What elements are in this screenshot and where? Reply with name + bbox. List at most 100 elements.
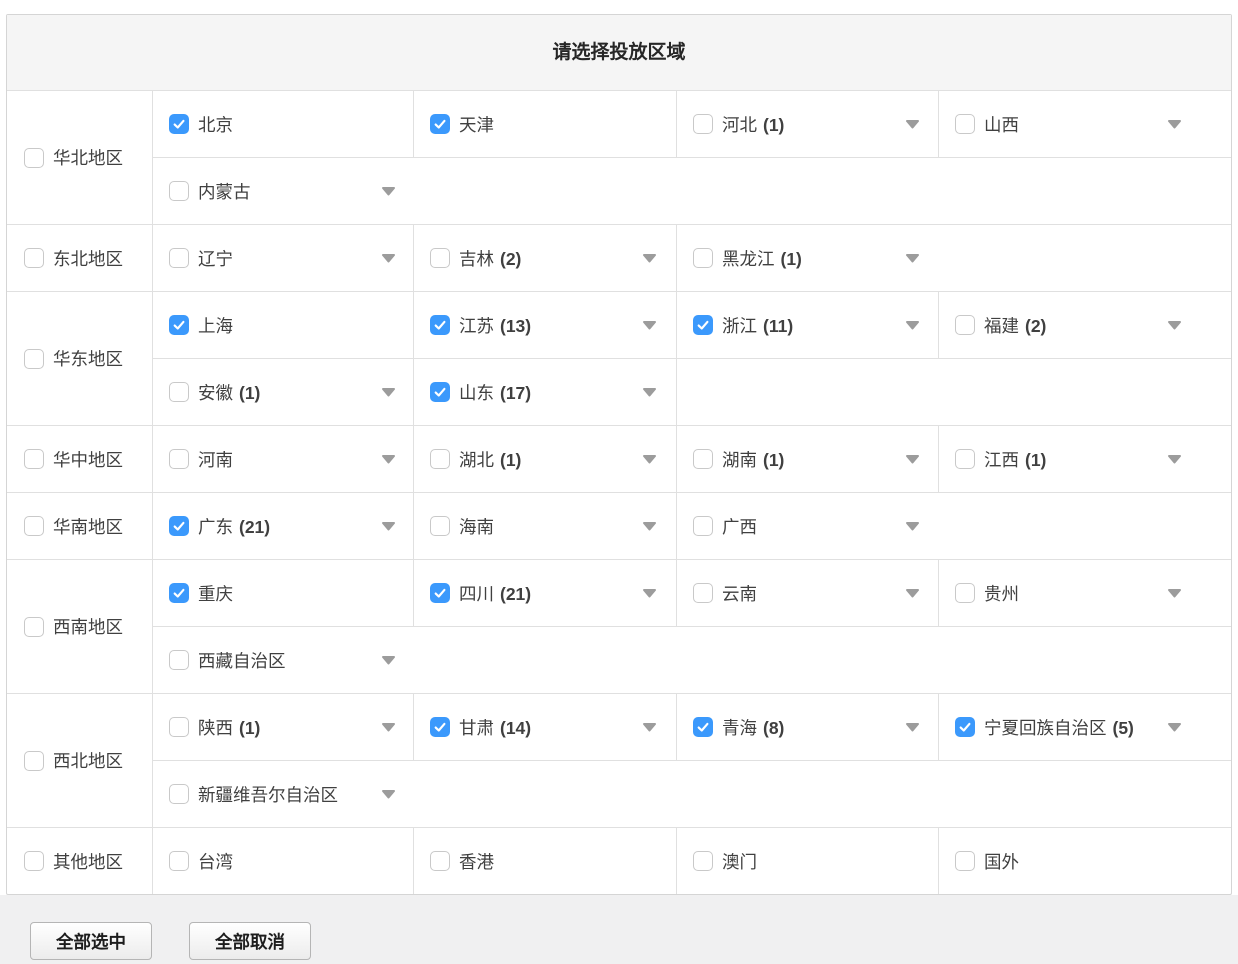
province-checkbox[interactable] xyxy=(169,449,189,469)
dropdown-arrow-icon[interactable] xyxy=(381,454,396,464)
province-checkbox[interactable] xyxy=(430,114,450,134)
province-cell: 天津 xyxy=(413,91,676,157)
dropdown-arrow-icon[interactable] xyxy=(905,119,920,129)
province-checkbox[interactable] xyxy=(693,717,713,737)
dropdown-arrow-icon[interactable] xyxy=(905,588,920,598)
dropdown-arrow-icon[interactable] xyxy=(905,521,920,531)
province-checkbox[interactable] xyxy=(169,516,189,536)
province-checkbox[interactable] xyxy=(169,114,189,134)
province-checkbox[interactable] xyxy=(955,449,975,469)
empty-filler-cell xyxy=(676,359,1231,425)
province-checkbox[interactable] xyxy=(169,851,189,871)
dropdown-arrow-icon[interactable] xyxy=(381,722,396,732)
dropdown-arrow-icon[interactable] xyxy=(642,253,657,263)
province-label: 浙江 xyxy=(722,313,757,338)
province-cell: 广东(21) xyxy=(153,493,413,559)
province-checkbox[interactable] xyxy=(955,114,975,134)
province-checkbox[interactable] xyxy=(169,248,189,268)
province-label: 黑龙江 xyxy=(722,246,775,271)
province-count: (11) xyxy=(763,316,793,337)
province-cell: 台湾 xyxy=(153,828,413,894)
select-all-button[interactable]: 全部选中 xyxy=(30,922,152,960)
province-checkbox[interactable] xyxy=(693,449,713,469)
region-checkbox[interactable] xyxy=(24,349,44,369)
dropdown-arrow-icon[interactable] xyxy=(642,521,657,531)
province-label: 香港 xyxy=(459,849,494,874)
province-cell: 宁夏回族自治区(5) xyxy=(938,694,1231,760)
province-checkbox[interactable] xyxy=(955,717,975,737)
province-label: 海南 xyxy=(459,514,494,539)
dropdown-arrow-icon[interactable] xyxy=(381,186,396,196)
province-checkbox[interactable] xyxy=(169,583,189,603)
province-checkbox[interactable] xyxy=(169,181,189,201)
dropdown-arrow-icon[interactable] xyxy=(642,320,657,330)
province-column: 河南湖北(1)湖南(1)江西(1) xyxy=(153,426,1231,492)
province-count: (1) xyxy=(781,249,802,270)
province-checkbox[interactable] xyxy=(955,583,975,603)
dropdown-arrow-icon[interactable] xyxy=(642,387,657,397)
province-checkbox[interactable] xyxy=(430,717,450,737)
dropdown-arrow-icon[interactable] xyxy=(381,387,396,397)
deselect-all-button[interactable]: 全部取消 xyxy=(189,922,311,960)
province-checkbox[interactable] xyxy=(169,717,189,737)
dropdown-arrow-icon[interactable] xyxy=(905,253,920,263)
province-cell: 河北(1) xyxy=(676,91,938,157)
region-checkbox[interactable] xyxy=(24,148,44,168)
dropdown-arrow-icon[interactable] xyxy=(642,722,657,732)
province-checkbox[interactable] xyxy=(430,315,450,335)
province-checkbox[interactable] xyxy=(693,516,713,536)
province-checkbox[interactable] xyxy=(693,248,713,268)
dropdown-arrow-icon[interactable] xyxy=(642,588,657,598)
checkmark-icon xyxy=(431,717,449,737)
province-cell: 山西 xyxy=(938,91,1231,157)
province-label: 吉林 xyxy=(459,246,494,271)
province-label: 福建 xyxy=(984,313,1019,338)
province-checkbox[interactable] xyxy=(430,583,450,603)
dropdown-arrow-icon[interactable] xyxy=(905,722,920,732)
province-checkbox[interactable] xyxy=(430,449,450,469)
region-checkbox[interactable] xyxy=(24,248,44,268)
dropdown-arrow-icon[interactable] xyxy=(381,521,396,531)
region-label: 东北地区 xyxy=(53,246,123,271)
province-subrow: 新疆维吾尔自治区 xyxy=(153,760,1231,827)
province-checkbox[interactable] xyxy=(693,851,713,871)
dropdown-arrow-icon[interactable] xyxy=(1167,320,1182,330)
region-checkbox[interactable] xyxy=(24,516,44,536)
province-checkbox[interactable] xyxy=(693,315,713,335)
province-checkbox[interactable] xyxy=(693,583,713,603)
dropdown-arrow-icon[interactable] xyxy=(381,789,396,799)
dropdown-arrow-icon[interactable] xyxy=(642,454,657,464)
region-grid: 华北地区北京天津河北(1)山西内蒙古东北地区辽宁吉林(2)黑龙江(1)华东地区上… xyxy=(7,91,1231,894)
province-cell: 香港 xyxy=(413,828,676,894)
province-label: 内蒙古 xyxy=(198,179,251,204)
province-checkbox[interactable] xyxy=(430,248,450,268)
province-checkbox[interactable] xyxy=(169,650,189,670)
dropdown-arrow-icon[interactable] xyxy=(381,253,396,263)
province-checkbox[interactable] xyxy=(430,851,450,871)
region-checkbox[interactable] xyxy=(24,617,44,637)
province-checkbox[interactable] xyxy=(955,315,975,335)
dropdown-arrow-icon[interactable] xyxy=(1167,722,1182,732)
dropdown-arrow-icon[interactable] xyxy=(1167,454,1182,464)
province-cell: 澳门 xyxy=(676,828,938,894)
province-checkbox[interactable] xyxy=(169,784,189,804)
province-checkbox[interactable] xyxy=(955,851,975,871)
province-cell: 北京 xyxy=(153,91,413,157)
province-checkbox[interactable] xyxy=(169,315,189,335)
dropdown-arrow-icon[interactable] xyxy=(381,655,396,665)
province-label: 湖北 xyxy=(459,447,494,472)
province-label: 辽宁 xyxy=(198,246,233,271)
checkmark-icon xyxy=(431,382,449,402)
dropdown-arrow-icon[interactable] xyxy=(1167,119,1182,129)
province-checkbox[interactable] xyxy=(693,114,713,134)
region-checkbox[interactable] xyxy=(24,751,44,771)
province-checkbox[interactable] xyxy=(430,382,450,402)
region-checkbox[interactable] xyxy=(24,449,44,469)
dropdown-arrow-icon[interactable] xyxy=(1167,588,1182,598)
province-checkbox[interactable] xyxy=(430,516,450,536)
dropdown-arrow-icon[interactable] xyxy=(905,454,920,464)
region-cell: 华南地区 xyxy=(7,493,153,559)
dropdown-arrow-icon[interactable] xyxy=(905,320,920,330)
province-checkbox[interactable] xyxy=(169,382,189,402)
region-checkbox[interactable] xyxy=(24,851,44,871)
